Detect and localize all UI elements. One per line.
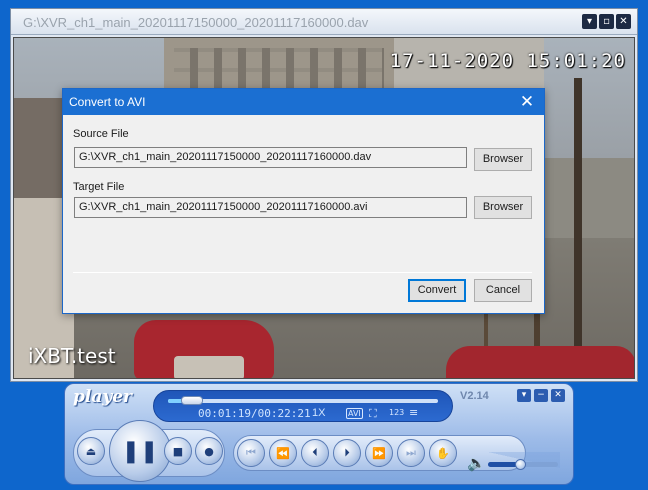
source-file-input[interactable]: G:\XVR_ch1_main_20201117150000_202011171… bbox=[74, 147, 467, 168]
restore-button[interactable]: ▫ bbox=[599, 14, 614, 29]
step-back-icon[interactable]: ⏴ bbox=[301, 439, 329, 467]
player-control-bar: player V2.14 ▾ − ✕ 00:01:19/00:22:21 1X … bbox=[64, 383, 574, 485]
display-panel: 00:01:19/00:22:21 1X AVI ⛶ 123 ≡ bbox=[153, 390, 453, 422]
player-close-button[interactable]: ✕ bbox=[551, 389, 565, 402]
tree bbox=[574, 78, 582, 378]
convert-dialog: Convert to AVI ✕ Source File G:\XVR_ch1_… bbox=[62, 88, 545, 314]
menu-button[interactable]: ▾ bbox=[517, 389, 531, 402]
close-button[interactable]: ✕ bbox=[616, 14, 631, 29]
avi-icon[interactable]: AVI bbox=[346, 408, 363, 419]
eject-icon[interactable]: ⏏ bbox=[77, 437, 105, 465]
red-car bbox=[446, 346, 634, 378]
fast-forward-icon[interactable]: ⏩ bbox=[365, 439, 393, 467]
volume-thumb[interactable] bbox=[514, 459, 526, 470]
dialog-titlebar: Convert to AVI ✕ bbox=[63, 89, 544, 115]
target-file-input[interactable]: G:\XVR_ch1_main_20201117150000_202011171… bbox=[74, 197, 467, 218]
dialog-close-icon[interactable]: ✕ bbox=[516, 91, 538, 113]
convert-button[interactable]: Convert bbox=[408, 279, 466, 302]
step-forward-icon[interactable]: ⏵ bbox=[333, 439, 361, 467]
dialog-separator bbox=[73, 272, 532, 273]
video-title: G:\XVR_ch1_main_20201117150000_202011171… bbox=[23, 15, 369, 30]
previous-segment-icon[interactable]: ⏮ bbox=[237, 439, 265, 467]
version-label: V2.14 bbox=[460, 390, 489, 402]
video-titlebar: G:\XVR_ch1_main_20201117150000_202011171… bbox=[11, 9, 637, 35]
player-window-controls: ▾ − ✕ bbox=[517, 389, 565, 402]
player-minimize-button[interactable]: − bbox=[534, 389, 548, 402]
pause-icon[interactable]: ❚❚ bbox=[109, 420, 171, 482]
numbers-icon[interactable]: 123 bbox=[388, 408, 405, 419]
speed-readout: 1X bbox=[312, 407, 326, 419]
next-segment-icon[interactable]: ⏭ bbox=[397, 439, 425, 467]
overlay-timestamp: 17-11-2020 15:01:20 bbox=[389, 50, 626, 72]
stop-icon[interactable]: ■ bbox=[164, 437, 192, 465]
snapshot-icon[interactable]: ✋ bbox=[429, 439, 457, 467]
target-file-label: Target File bbox=[73, 181, 125, 193]
source-file-label: Source File bbox=[73, 128, 129, 140]
window-controls: ▾ ▫ ✕ bbox=[582, 14, 631, 29]
cancel-button[interactable]: Cancel bbox=[474, 279, 532, 302]
fullscreen-icon[interactable]: ⛶ bbox=[368, 408, 378, 419]
light-car bbox=[174, 356, 244, 378]
target-browse-button[interactable]: Browser bbox=[474, 196, 532, 219]
rewind-icon[interactable]: ⏪ bbox=[269, 439, 297, 467]
seek-thumb[interactable] bbox=[181, 396, 204, 405]
watermark: iXBT.test bbox=[28, 344, 116, 368]
list-icon[interactable]: ≡ bbox=[408, 407, 419, 419]
seek-bar[interactable] bbox=[168, 396, 438, 405]
record-icon[interactable]: ● bbox=[195, 437, 223, 465]
volume-icon[interactable]: 🔈 bbox=[467, 454, 486, 472]
source-browse-button[interactable]: Browser bbox=[474, 148, 532, 171]
dialog-title: Convert to AVI bbox=[69, 95, 146, 109]
player-logo: player bbox=[73, 387, 133, 407]
minimize-button[interactable]: ▾ bbox=[582, 14, 597, 29]
time-readout: 00:01:19/00:22:21 bbox=[198, 407, 311, 420]
volume-slider[interactable] bbox=[488, 459, 558, 470]
